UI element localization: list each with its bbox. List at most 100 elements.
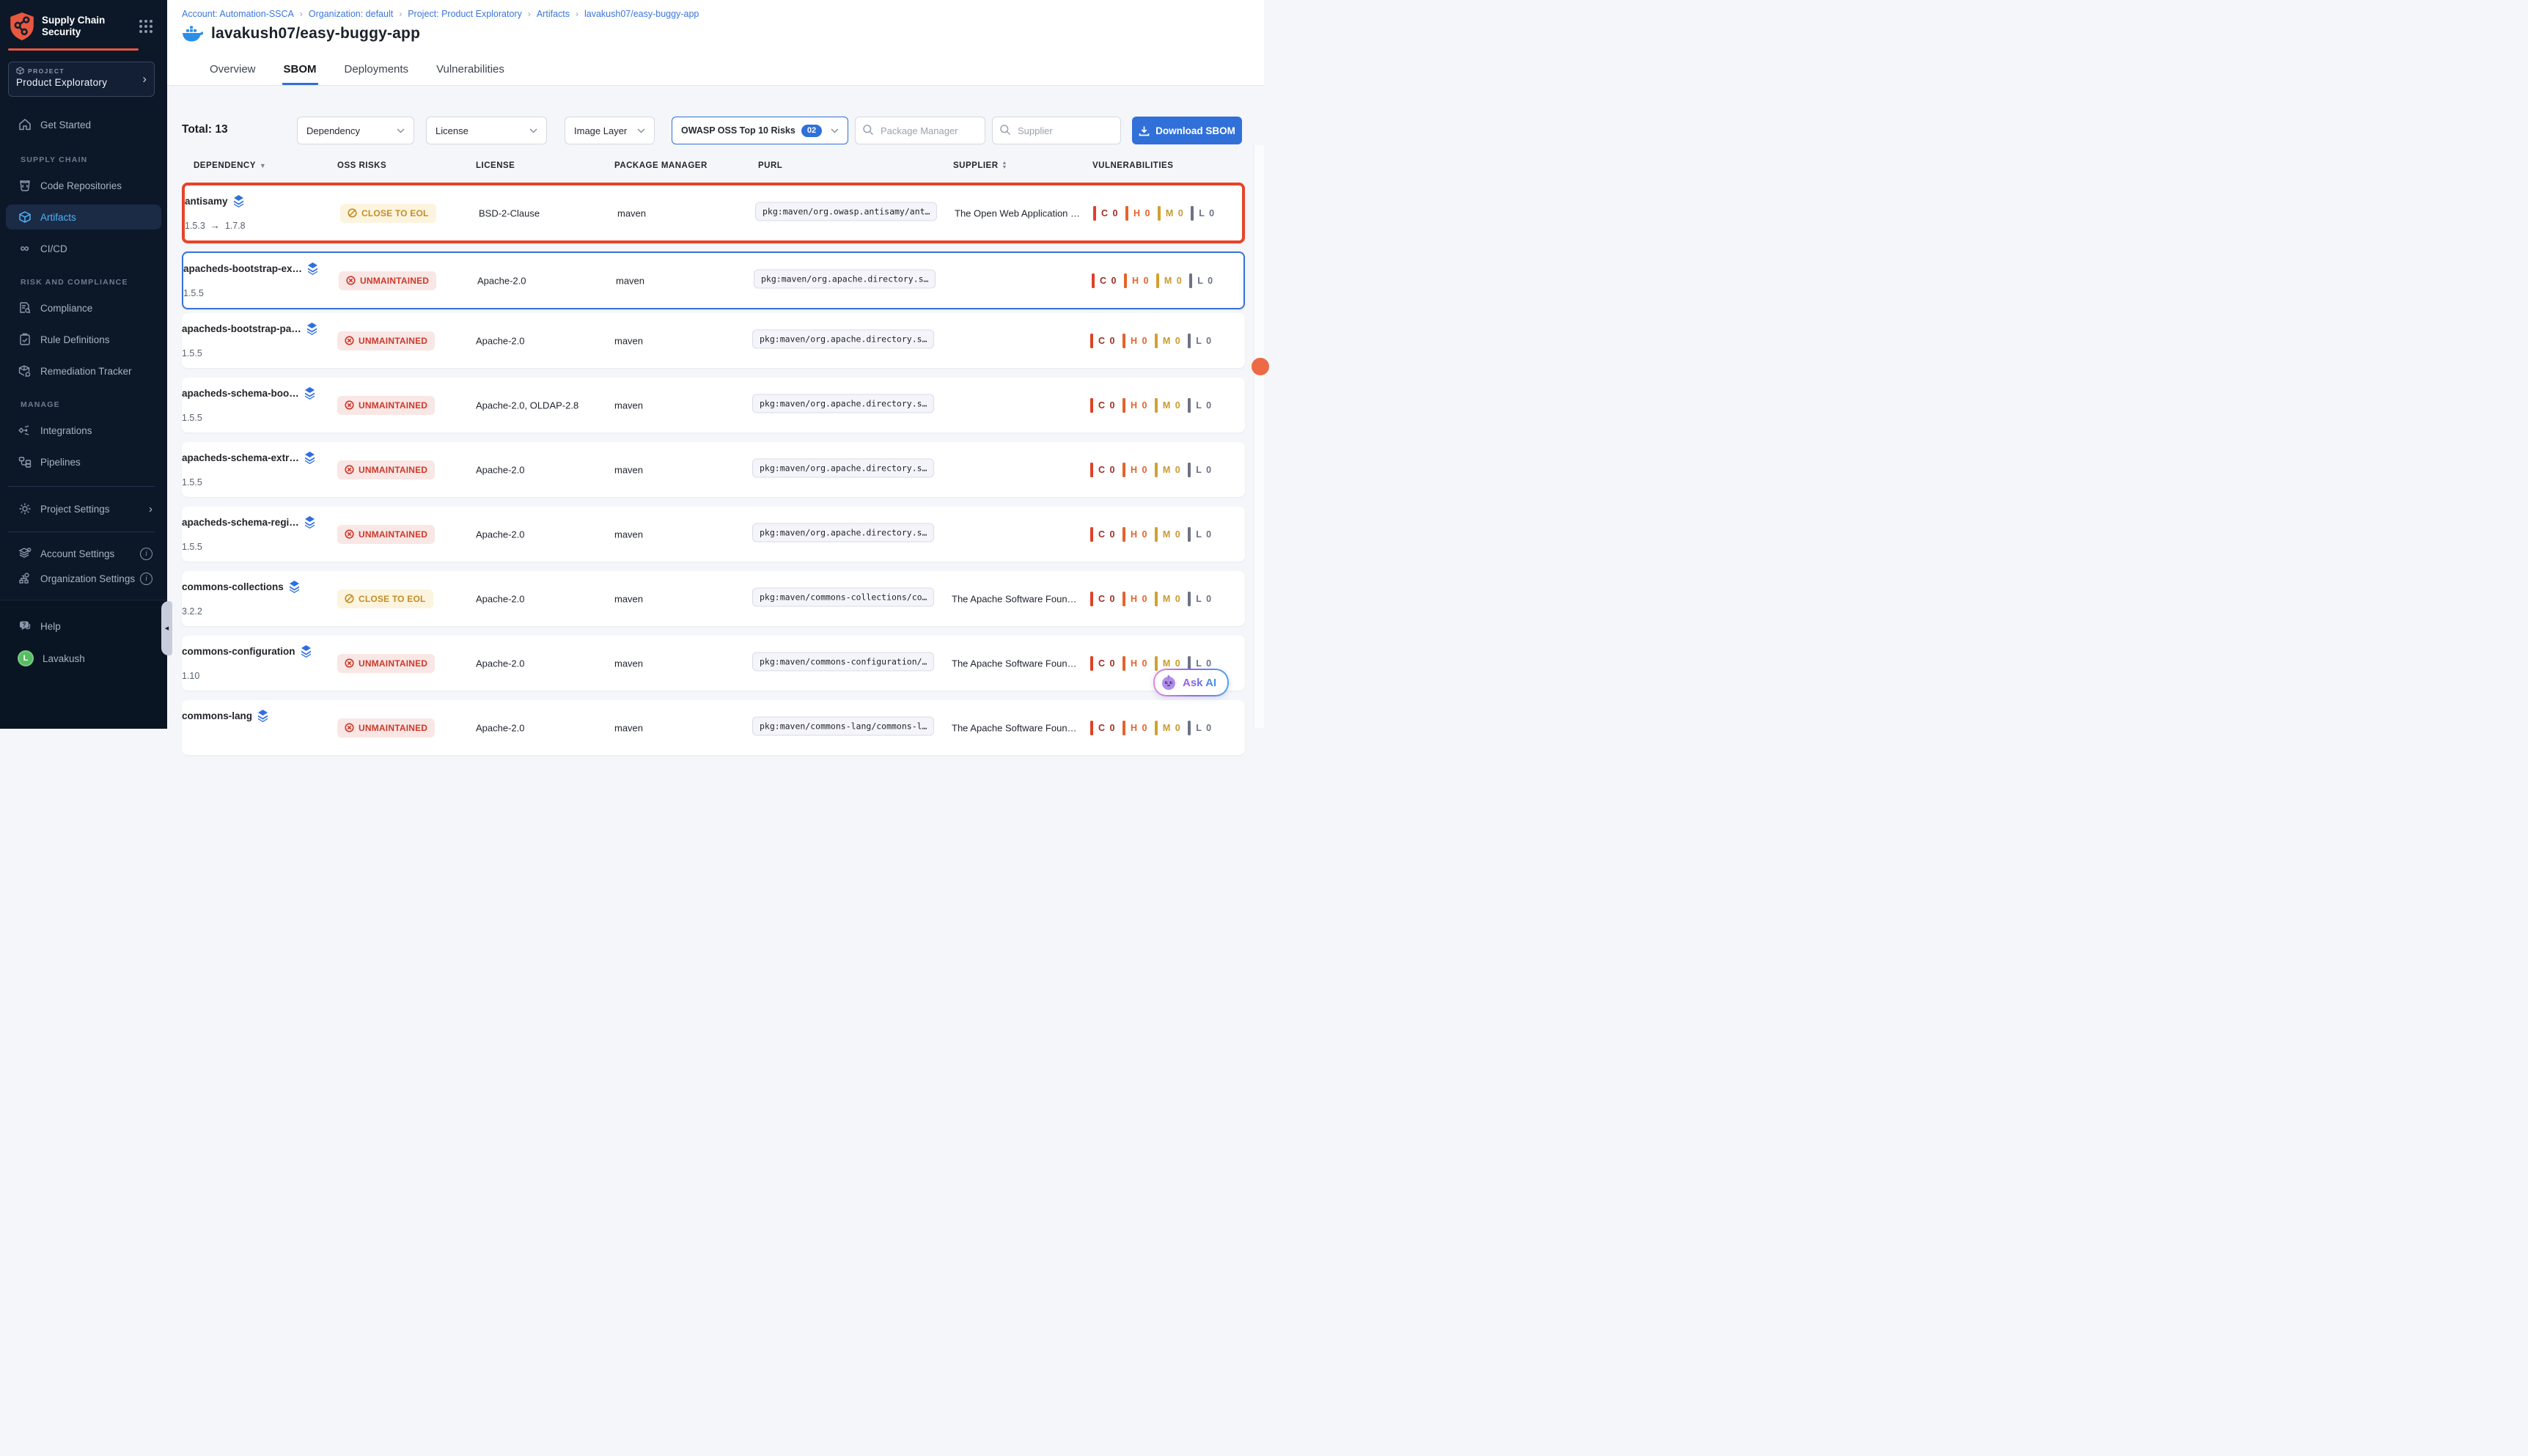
tab-deployments[interactable]: Deployments [343, 62, 411, 85]
chevron-sep-icon: › [528, 9, 531, 19]
sidebar-item-account-settings[interactable]: Account Settings i [6, 541, 161, 566]
image-layer-filter[interactable]: Image Layer [565, 117, 655, 144]
chevron-down-icon [831, 128, 839, 133]
table-row[interactable]: apacheds-bootstrap-pa… 1.5.5 UNMAINTAINE… [182, 313, 1245, 368]
purl-chip[interactable]: pkg:maven/org.apache.directory.s… [752, 329, 934, 348]
document-search-icon [18, 301, 32, 315]
info-icon[interactable]: i [140, 573, 153, 585]
sidebar-item-project-settings[interactable]: Project Settings › [6, 496, 161, 521]
sidebar-item-remediation-tracker[interactable]: Remediation Tracker [6, 359, 161, 383]
sidebar-item-rule-definitions[interactable]: Rule Definitions [6, 327, 161, 352]
oss-risk-badge: UNMAINTAINED [337, 331, 435, 350]
infinity-icon: ∞ [18, 242, 32, 256]
breadcrumb-current[interactable]: lavakush07/easy-buggy-app [584, 9, 699, 19]
page-title: lavakush07/easy-buggy-app [211, 25, 420, 43]
sidebar-item-get-started[interactable]: Get Started [6, 112, 161, 137]
vulnerability-counts: C 0 H 0 M 0 L 0 [1090, 527, 1213, 542]
table-row[interactable]: commons-configuration 1.10 UNMAINTAINED … [182, 636, 1245, 691]
table-row[interactable]: apacheds-bootstrap-ex… 1.5.5 UNMAINTAINE… [182, 251, 1245, 309]
supplier-cell: The Open Web Application … [955, 207, 1080, 218]
purl-chip[interactable]: pkg:maven/org.apache.directory.s… [754, 269, 936, 288]
project-name: Product Exploratory [16, 77, 147, 88]
sidebar-item-help[interactable]: ? Help [6, 614, 161, 639]
app-switcher-grid-icon[interactable] [138, 18, 154, 34]
section-supply-chain: SUPPLY CHAIN [21, 155, 87, 164]
brand-underline [8, 48, 139, 51]
sidebar-item-cicd[interactable]: ∞ CI/CD [6, 236, 161, 261]
dependency-version: 1.5.5 [183, 288, 204, 298]
purl-chip[interactable]: pkg:maven/org.apache.directory.s… [752, 458, 934, 477]
owasp-risks-filter[interactable]: OWASP OSS Top 10 Risks 02 [672, 117, 848, 144]
package-manager-cell: maven [614, 335, 643, 346]
info-icon[interactable]: i [140, 548, 153, 560]
oss-risk-badge: UNMAINTAINED [337, 460, 435, 479]
col-vulnerabilities[interactable]: VULNERABILITIES [1092, 161, 1173, 170]
tab-vulnerabilities[interactable]: Vulnerabilities [435, 62, 506, 85]
chevron-down-icon [637, 128, 645, 133]
clipboard-check-icon [18, 333, 32, 347]
user-menu[interactable]: L Lavakush [6, 646, 161, 671]
download-sbom-button[interactable]: Download SBOM [1132, 117, 1242, 144]
col-purl[interactable]: PURL [758, 161, 782, 170]
ask-ai-button[interactable]: Ask AI [1153, 669, 1229, 696]
table-row[interactable]: apacheds-schema-extr… 1.5.5 UNMAINTAINED… [182, 442, 1245, 497]
col-supplier[interactable]: SUPPLIER▲▼ [953, 161, 1007, 170]
license-cell: Apache-2.0 [476, 335, 525, 346]
sidebar-item-organization-settings[interactable]: Organization Settings i [6, 566, 161, 591]
purl-chip[interactable]: pkg:maven/commons-collections/co… [752, 587, 934, 606]
sidebar-collapse-handle[interactable]: ◀ [161, 601, 172, 655]
unmaintained-icon [345, 529, 354, 539]
dependency-version: 1.5.5 [182, 477, 202, 488]
avatar: L [18, 650, 34, 666]
tab-sbom[interactable]: SBOM [282, 62, 318, 85]
breadcrumb-project[interactable]: Project: Product Exploratory [408, 9, 522, 19]
purl-chip[interactable]: pkg:maven/org.owasp.antisamy/ant… [755, 202, 937, 221]
oss-risk-badge: UNMAINTAINED [337, 654, 435, 673]
sidebar-item-pipelines[interactable]: Pipelines [6, 449, 161, 474]
download-icon [1139, 125, 1150, 136]
col-oss-risks[interactable]: OSS RISKS [337, 161, 386, 170]
scrollbar-gutter[interactable] [1254, 145, 1264, 728]
sidebar-item-code-repositories[interactable]: Code Repositories [6, 173, 161, 198]
table-row[interactable]: commons-collections 3.2.2 CLOSE TO EOL A… [182, 571, 1245, 626]
breadcrumb-artifacts[interactable]: Artifacts [537, 9, 570, 19]
table-row[interactable]: commons-lang UNMAINTAINED Apache-2.0 mav… [182, 700, 1245, 755]
floating-feedback-dot[interactable] [1252, 358, 1269, 375]
layers-icon [257, 710, 268, 722]
sidebar-item-integrations[interactable]: Integrations [6, 418, 161, 443]
table-row[interactable]: apacheds-schema-regi… 1.5.5 UNMAINTAINED… [182, 507, 1245, 562]
code-repository-icon [18, 179, 32, 193]
purl-chip[interactable]: pkg:maven/commons-configuration/… [752, 652, 934, 671]
dependency-filter[interactable]: Dependency [297, 117, 414, 144]
page-header: Account: Automation-SSCA › Organization:… [167, 0, 1264, 86]
sidebar-item-artifacts[interactable]: Artifacts [6, 205, 161, 229]
oss-risk-badge: UNMAINTAINED [337, 396, 435, 415]
chevron-sep-icon: › [300, 9, 303, 19]
table-row[interactable]: apacheds-schema-boo… 1.5.5 UNMAINTAINED … [182, 378, 1245, 433]
search-icon [999, 124, 1011, 139]
sidebar-footer: ? Help L Lavakush [0, 600, 167, 729]
project-selector[interactable]: PROJECT Product Exploratory › [8, 62, 155, 97]
supplier-search-input[interactable] [992, 117, 1121, 144]
purl-chip[interactable]: pkg:maven/org.apache.directory.s… [752, 394, 934, 413]
col-package-manager[interactable]: PACKAGE MANAGER [614, 161, 708, 170]
col-dependency[interactable]: DEPENDENCY▼ [194, 161, 266, 170]
license-filter[interactable]: License [426, 117, 547, 144]
package-manager-search-input[interactable] [855, 117, 985, 144]
breadcrumb-organization[interactable]: Organization: default [309, 9, 393, 19]
tab-overview[interactable]: Overview [208, 62, 257, 85]
breadcrumb-account[interactable]: Account: Automation-SSCA [182, 9, 294, 19]
chevron-down-icon [397, 128, 405, 133]
unmaintained-icon [345, 336, 354, 345]
package-manager-cell: maven [617, 207, 646, 218]
purl-chip[interactable]: pkg:maven/commons-lang/commons-l… [752, 716, 934, 735]
box-wrench-icon [18, 364, 32, 378]
app-title: Supply Chain Security [42, 15, 122, 38]
purl-chip[interactable]: pkg:maven/org.apache.directory.s… [752, 523, 934, 542]
license-cell: BSD-2-Clause [479, 207, 540, 218]
col-license[interactable]: LICENSE [476, 161, 515, 170]
license-cell: Apache-2.0 [476, 658, 525, 669]
table-row[interactable]: antisamy 1.5.3→1.7.8 CLOSE TO EOL BSD-2-… [182, 183, 1245, 243]
sidebar-item-compliance[interactable]: Compliance [6, 295, 161, 320]
unmaintained-icon [345, 658, 354, 668]
